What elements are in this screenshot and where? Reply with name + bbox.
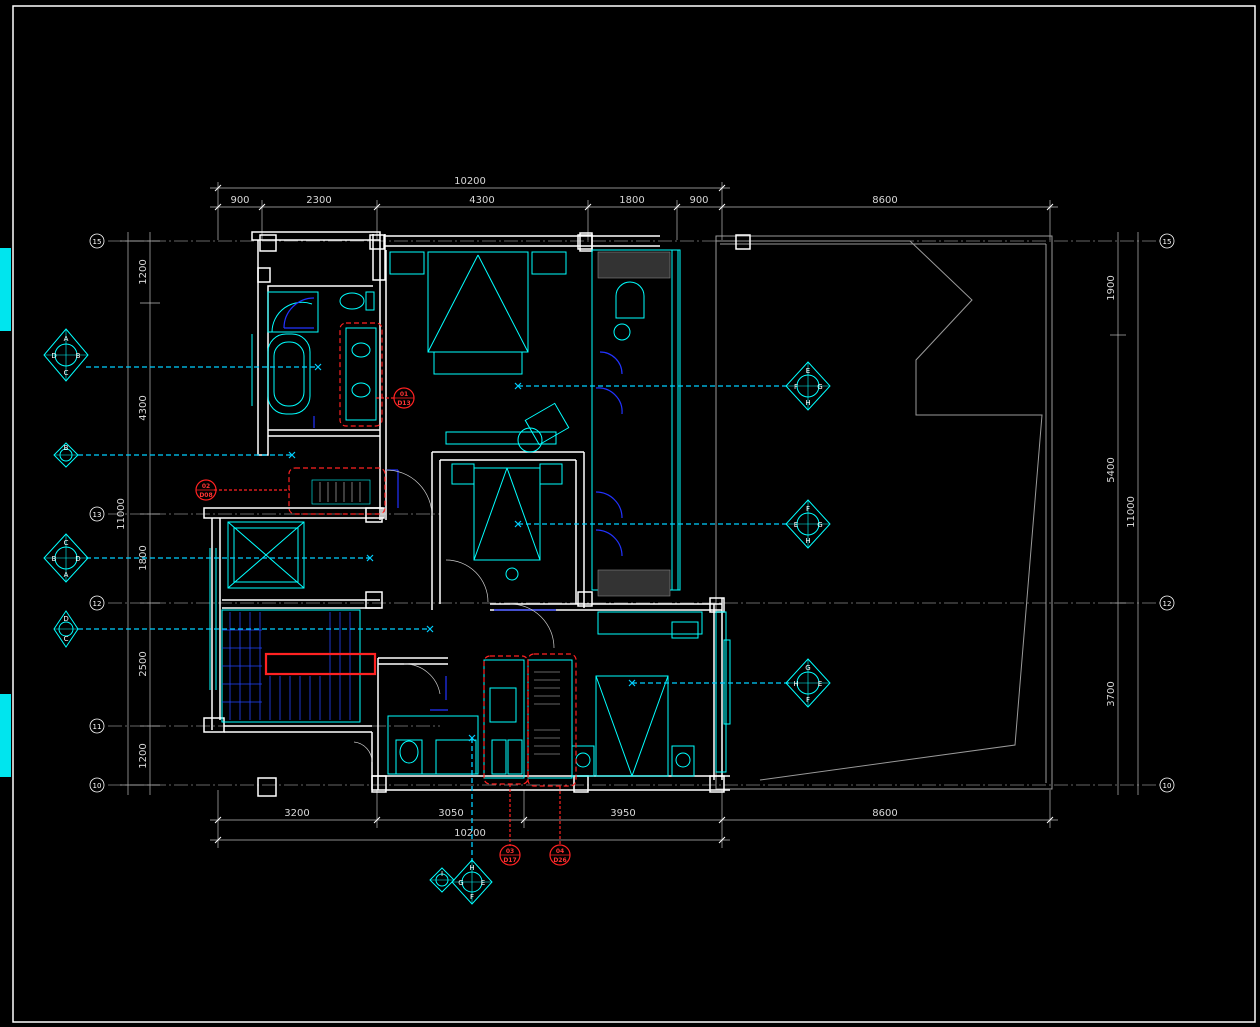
grid-label: 15	[93, 238, 102, 246]
elevation-marker-h[interactable]: H G E F	[451, 859, 493, 905]
elevation-marker-label: B	[64, 444, 69, 452]
grid-bubbles-left: 15 13 12 11 10	[89, 233, 105, 793]
dim-bottom-seg-2: 3050	[438, 808, 463, 819]
grid-label: 12	[93, 600, 102, 608]
dim-top-seg-1: 900	[230, 195, 249, 206]
elevation-marker-a[interactable]: A D B C	[43, 328, 89, 382]
section-tag-top: 01	[400, 391, 408, 398]
dim-left-overall: 11000	[116, 498, 127, 530]
grid-label: 10	[93, 782, 102, 790]
elevation-ref: C	[64, 635, 69, 643]
section-tag-3: 03 D17	[499, 844, 521, 866]
elevation-ref: F	[470, 893, 474, 901]
dim-bottom-seg-1: 3200	[284, 808, 309, 819]
dim-left-seg-5: 1200	[138, 743, 149, 768]
grid-label: 12	[1163, 600, 1172, 608]
elevation-ref: E	[818, 680, 822, 688]
dim-top-right: 8600	[872, 195, 897, 206]
elevation-leader-x-marks	[288, 363, 636, 742]
elevation-ref: H	[805, 537, 810, 545]
dim-bottom-right: 8600	[872, 808, 897, 819]
planters	[597, 251, 671, 597]
elevation-marker-label: D	[63, 615, 68, 623]
dim-bottom-overall: 10200	[454, 828, 486, 839]
grid-label: 11	[93, 723, 102, 731]
section-tag-bottom: D08	[199, 492, 212, 499]
elevation-ref: G	[458, 879, 463, 887]
stair-treads	[222, 612, 351, 720]
cad-drawing-canvas[interactable]: 15 13 12 11 10 15 12 10 10200 900 2300 4…	[0, 0, 1260, 1027]
elevation-marker-label: C	[64, 539, 69, 547]
elevation-ref: A	[64, 571, 69, 579]
dim-right-seg-1: 1900	[1106, 275, 1117, 300]
section-tag-top: 03	[506, 848, 514, 855]
dim-right-seg-3: 3700	[1106, 681, 1117, 706]
dim-top-overall: 10200	[454, 176, 486, 187]
elevation-ref: B	[76, 352, 81, 360]
elevation-marker-d[interactable]: D C	[53, 610, 79, 648]
dim-bottom-seg-3: 3950	[610, 808, 635, 819]
dim-left-seg-4: 2500	[138, 651, 149, 676]
elevation-leaders	[78, 366, 790, 862]
elevation-marker-label: A	[64, 335, 69, 343]
dim-top-seg-2: 2300	[306, 195, 331, 206]
elevation-ref: D	[51, 352, 56, 360]
elevation-ref: F	[794, 383, 798, 391]
dim-top-seg-4: 1800	[619, 195, 644, 206]
section-tag-2: 02 D08	[195, 479, 217, 501]
dim-top-seg-3: 4300	[469, 195, 494, 206]
elevation-marker-label: E	[806, 367, 810, 375]
grid-bubbles-right: 15 12 10	[1159, 233, 1175, 793]
elevation-marker-i[interactable]: I	[429, 867, 455, 893]
elevation-ref: H	[793, 680, 798, 688]
section-tag-bottom: D26	[553, 857, 566, 864]
elevation-ref: G	[817, 521, 822, 529]
grid-label: 15	[1163, 238, 1172, 246]
elevation-ref: H	[805, 399, 810, 407]
dim-left-seg-2: 4300	[138, 395, 149, 420]
radiator-grille	[311, 479, 560, 755]
master-bed	[427, 251, 529, 353]
section-tag-1: 01 D13	[393, 387, 415, 409]
dim-top-seg-5: 900	[689, 195, 708, 206]
elevation-marker-g[interactable]: G H E F	[785, 658, 831, 708]
elevation-marker-label: H	[469, 864, 474, 872]
section-tag-top: 04	[556, 848, 564, 855]
elevation-marker-b[interactable]: B	[53, 442, 79, 468]
dim-left-seg-1: 1200	[138, 259, 149, 284]
section-tag-bottom: D13	[397, 400, 410, 407]
elevation-marker-label: I	[441, 870, 443, 878]
elevation-ref: F	[806, 696, 810, 704]
grid-axes	[108, 240, 1160, 786]
section-tag-4: 04 D26	[549, 844, 571, 866]
elevation-ref: E	[481, 879, 485, 887]
section-tag-top: 02	[202, 483, 210, 490]
elevation-marker-label: F	[806, 505, 810, 513]
dim-right-seg-2: 5400	[1106, 457, 1117, 482]
elevation-marker-f[interactable]: F E G H	[785, 499, 831, 549]
elevation-marker-c[interactable]: C B D A	[43, 533, 89, 583]
elevation-ref: E	[794, 521, 798, 529]
terrace-outline	[715, 235, 1053, 790]
elevation-marker-e[interactable]: E F G H	[785, 361, 831, 411]
elevation-ref: D	[75, 555, 80, 563]
section-tag-bottom: D17	[503, 857, 516, 864]
elevation-ref: G	[817, 383, 822, 391]
elevation-ref: B	[52, 555, 57, 563]
grid-label: 10	[1163, 782, 1172, 790]
dim-right-overall: 11000	[1126, 496, 1137, 528]
grid-label: 13	[93, 511, 102, 519]
elevation-marker-label: G	[805, 664, 810, 672]
elevation-ref: C	[64, 369, 69, 377]
bed-cover-line	[427, 254, 479, 353]
